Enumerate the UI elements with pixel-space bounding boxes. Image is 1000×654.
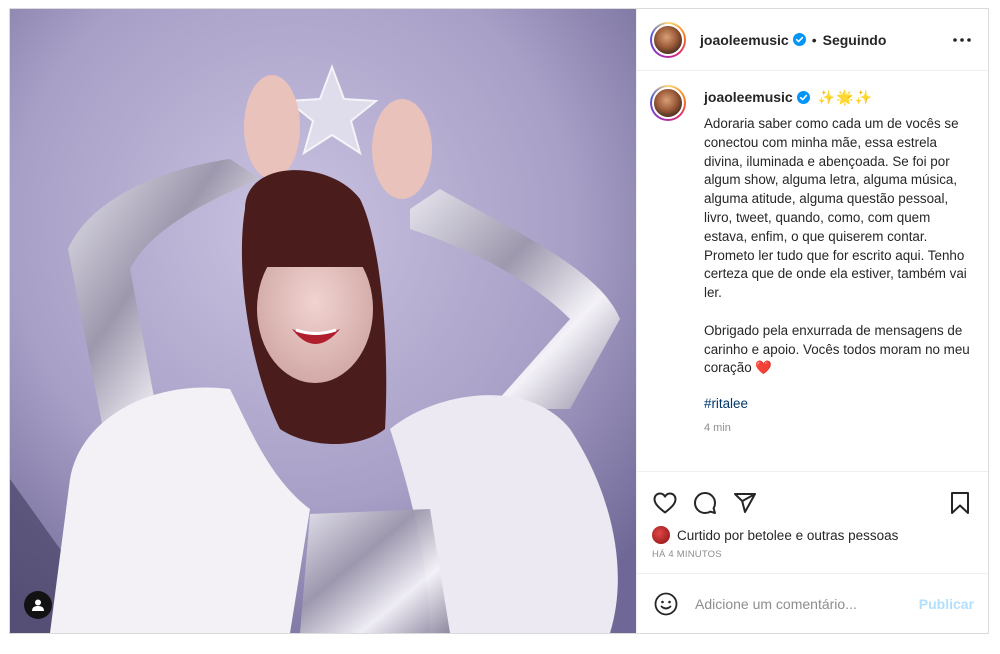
caption-paragraph-1: Adoraria saber como cada um de vocês se …	[704, 116, 967, 301]
author-username[interactable]: joaoleemusic	[700, 32, 789, 48]
caption-block: joaoleemusic ✨🌟✨ Adoraria saber como cad…	[650, 85, 974, 434]
tagged-users-button[interactable]	[24, 591, 52, 619]
emoji-picker-button[interactable]	[653, 591, 679, 617]
red-heart-emoji: ❤️	[755, 360, 773, 376]
comment-bubble-icon	[694, 491, 716, 514]
post-timestamp[interactable]: HÁ 4 MINUTOS	[652, 549, 974, 560]
liker-avatar[interactable]	[652, 526, 670, 544]
post-header: joaoleemusic • Seguindo	[637, 9, 988, 71]
caption-time[interactable]: 4 min	[704, 422, 974, 434]
more-options-button[interactable]	[950, 28, 974, 52]
caption-paragraph-2: Obrigado pela enxurrada de mensagens de …	[704, 322, 974, 378]
bookmark-icon	[951, 491, 969, 514]
instagram-post: joaoleemusic • Seguindo joaoleemusic ✨🌟✨…	[9, 8, 989, 634]
caption-avatar[interactable]	[650, 85, 686, 121]
verified-badge-icon	[796, 90, 810, 104]
liked-by-text[interactable]: Curtido por betolee e outras pessoas	[677, 528, 898, 543]
smiley-icon	[654, 592, 678, 615]
post-sidebar: joaoleemusic • Seguindo joaoleemusic ✨🌟✨…	[636, 9, 988, 633]
more-horizontal-icon	[953, 37, 971, 42]
like-button[interactable]	[651, 489, 679, 517]
caption-username[interactable]: joaoleemusic	[704, 89, 793, 105]
caption-content: joaoleemusic ✨🌟✨ Adoraria saber como cad…	[704, 85, 974, 434]
likes-section: Curtido por betolee e outras pessoas HÁ …	[637, 525, 988, 573]
save-button[interactable]	[946, 489, 974, 517]
sparkle-emojis: ✨🌟✨	[817, 88, 873, 105]
caption-text: Adoraria saber como cada um de vocês se …	[704, 115, 974, 378]
verified-badge-icon	[792, 33, 806, 46]
hashtag-link[interactable]: #ritalee	[704, 396, 974, 411]
comments-area[interactable]: joaoleemusic ✨🌟✨ Adoraria saber como cad…	[637, 71, 988, 471]
caption-paragraph-2-text: Obrigado pela enxurrada de mensagens de …	[704, 322, 970, 376]
paper-plane-icon	[734, 492, 756, 513]
heart-outline-icon	[653, 492, 677, 513]
user-tag-icon	[32, 599, 44, 611]
comment-button[interactable]	[691, 489, 719, 517]
action-bar	[637, 471, 988, 533]
author-avatar[interactable]	[650, 21, 686, 58]
separator-dot: •	[811, 31, 817, 48]
following-button[interactable]: Seguindo	[823, 32, 887, 48]
post-image[interactable]	[10, 9, 636, 633]
add-comment-bar: Publicar	[637, 573, 988, 633]
publish-button[interactable]: Publicar	[919, 596, 974, 612]
photo-illustration	[10, 9, 636, 633]
comment-input[interactable]	[695, 595, 919, 612]
share-button[interactable]	[731, 489, 759, 517]
